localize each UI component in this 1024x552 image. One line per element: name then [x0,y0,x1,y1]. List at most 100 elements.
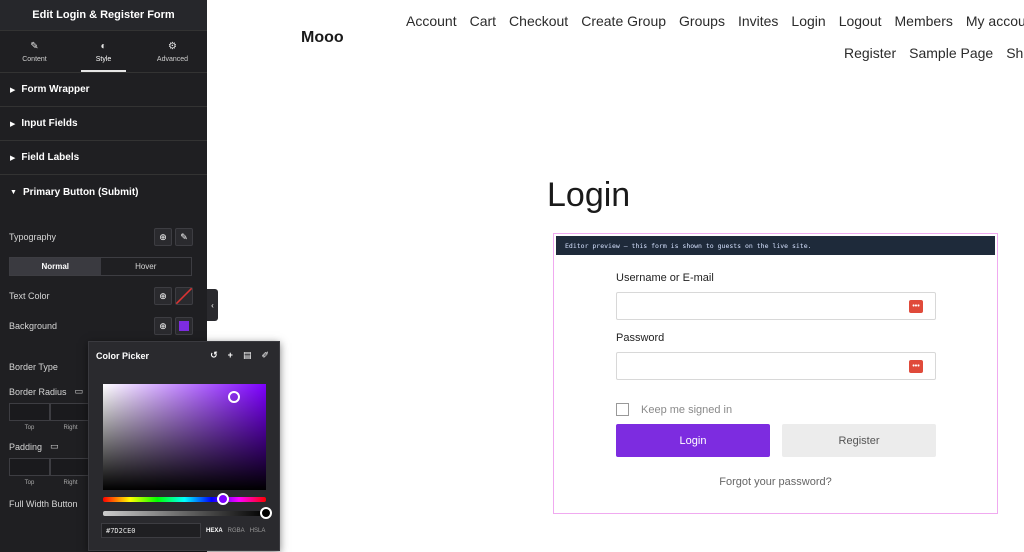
remember-checkbox[interactable] [616,403,629,416]
page-title: Login [547,176,631,214]
background-label: Background [9,321,58,331]
dim-top-label: Top [24,425,35,431]
mode-hexa[interactable]: HEXA [206,528,223,534]
panel-title: Edit Login & Register Form [0,0,207,31]
section-form-wrapper[interactable]: ▶ Form Wrapper [0,73,207,107]
section-input-fields[interactable]: ▶ Input Fields [0,107,207,141]
dim-top-label: Top [24,480,35,486]
section-field-labels[interactable]: ▶ Field Labels [0,141,207,175]
nav-link-shop[interactable]: Shop [1006,45,1024,61]
nav-link-invites[interactable]: Invites [738,13,778,29]
alpha-handle[interactable] [260,507,272,519]
pencil-icon: ✎ [30,40,39,52]
desktop-icon[interactable]: ▭ [50,441,59,452]
editor-preview-note: Editor preview — this form is shown to g… [556,236,995,255]
dim-right-label: Right [63,425,78,431]
padding-inputs [9,458,91,476]
eyedropper-icon[interactable]: ✐ [261,350,269,361]
caret-right-icon: ▶ [10,154,16,162]
nav-link-cart[interactable]: Cart [470,13,496,29]
hue-slider[interactable] [103,493,266,505]
mode-rgba[interactable]: RGBA [228,528,245,534]
globe-icon[interactable]: ⊕ [154,228,172,246]
password-label: Password [616,332,665,344]
caret-right-icon: ▶ [10,86,16,94]
radius-top-input[interactable] [9,403,50,421]
collapse-panel-handle[interactable]: ‹ [207,289,218,321]
state-toggle: Normal Hover [9,257,192,276]
nav-link-account[interactable]: Account [406,13,457,29]
nav-link-create-group[interactable]: Create Group [581,13,666,29]
caret-down-icon: ▼ [10,188,17,196]
tab-content-label: Content [22,55,47,63]
hex-input[interactable]: #7D2CE0 [101,523,201,538]
tab-advanced-label: Advanced [156,55,189,63]
tab-style-label: Style [95,55,112,63]
typography-label: Typography [9,232,57,242]
site-logo[interactable]: Mooo [301,29,344,47]
username-label: Username or E-mail [616,272,714,284]
mode-hsla[interactable]: HSLA [250,528,266,534]
full-width-label: Full Width Button [9,499,78,509]
nav-link-my-account[interactable]: My account [966,13,1024,29]
color-picker-title: Color Picker [96,350,150,361]
password-manager-icon[interactable]: ••• [909,300,923,313]
saturation-value-area[interactable] [103,384,266,490]
padding-dim-labels: Top Right [9,480,91,486]
color-picker: Color Picker ↺ + ▤ ✐ #7D2CE0 HEXA RGBA H… [88,341,280,551]
nav-link-login[interactable]: Login [791,13,825,29]
plus-icon[interactable]: + [228,350,233,361]
border-radius-inputs [9,403,91,421]
panel-tabs: ✎ Content ◐ Style ⚙ Advanced [0,31,207,73]
login-button[interactable]: Login [616,424,770,457]
tab-advanced[interactable]: ⚙ Advanced [138,31,207,72]
nav-link-members[interactable]: Members [895,13,953,29]
background-color-swatch[interactable] [175,317,193,335]
password-input[interactable]: ••• [616,352,936,380]
forgot-password-link[interactable]: Forgot your password? [554,476,997,488]
remember-me[interactable]: Keep me signed in [616,403,732,416]
remember-label: Keep me signed in [641,403,733,416]
section-label: Form Wrapper [21,84,90,95]
border-type-label: Border Type [9,362,58,372]
text-color-swatch[interactable] [175,287,193,305]
hue-handle[interactable] [217,493,229,505]
radius-right-input[interactable] [50,403,91,421]
login-form-wrapper: Editor preview — this form is shown to g… [553,233,998,514]
register-button[interactable]: Register [782,424,936,457]
desktop-icon[interactable]: ▭ [75,386,84,397]
nav-link-sample-page[interactable]: Sample Page [909,45,993,61]
section-primary-button[interactable]: ▼ Primary Button (Submit) [0,175,207,209]
nav-link-logout[interactable]: Logout [839,13,882,29]
tab-content[interactable]: ✎ Content [0,31,69,72]
chevron-left-icon: ‹ [211,300,214,310]
globe-icon[interactable]: ⊕ [154,317,172,335]
tab-style[interactable]: ◐ Style [69,31,138,72]
section-label: Primary Button (Submit) [22,186,139,198]
database-icon[interactable]: ▤ [243,350,252,361]
state-hover-tab[interactable]: Hover [101,258,192,275]
text-color-control: Text Color ⊕ [9,287,193,305]
gear-icon: ⚙ [168,40,177,52]
nav-link-groups[interactable]: Groups [679,13,725,29]
section-label: Field Labels [21,152,80,163]
alpha-slider[interactable] [103,507,272,519]
globe-icon[interactable]: ⊕ [154,287,172,305]
contrast-icon: ◐ [100,40,107,52]
background-control: Background ⊕ [9,317,193,335]
saturation-handle[interactable] [228,391,240,403]
password-manager-icon[interactable]: ••• [909,360,923,373]
reset-icon[interactable]: ↺ [210,350,218,361]
section-label: Input Fields [21,118,78,129]
padding-right-input[interactable] [50,458,91,476]
text-color-label: Text Color [9,291,50,301]
dim-right-label: Right [63,480,78,486]
edit-icon[interactable]: ✎ [175,228,193,246]
nav-link-checkout[interactable]: Checkout [509,13,568,29]
state-normal-tab[interactable]: Normal [10,258,101,275]
username-input[interactable]: ••• [616,292,936,320]
padding-label: Padding [9,441,43,452]
typography-control: Typography ⊕ ✎ [9,228,193,246]
padding-top-input[interactable] [9,458,50,476]
nav-link-register[interactable]: Register [844,45,896,61]
